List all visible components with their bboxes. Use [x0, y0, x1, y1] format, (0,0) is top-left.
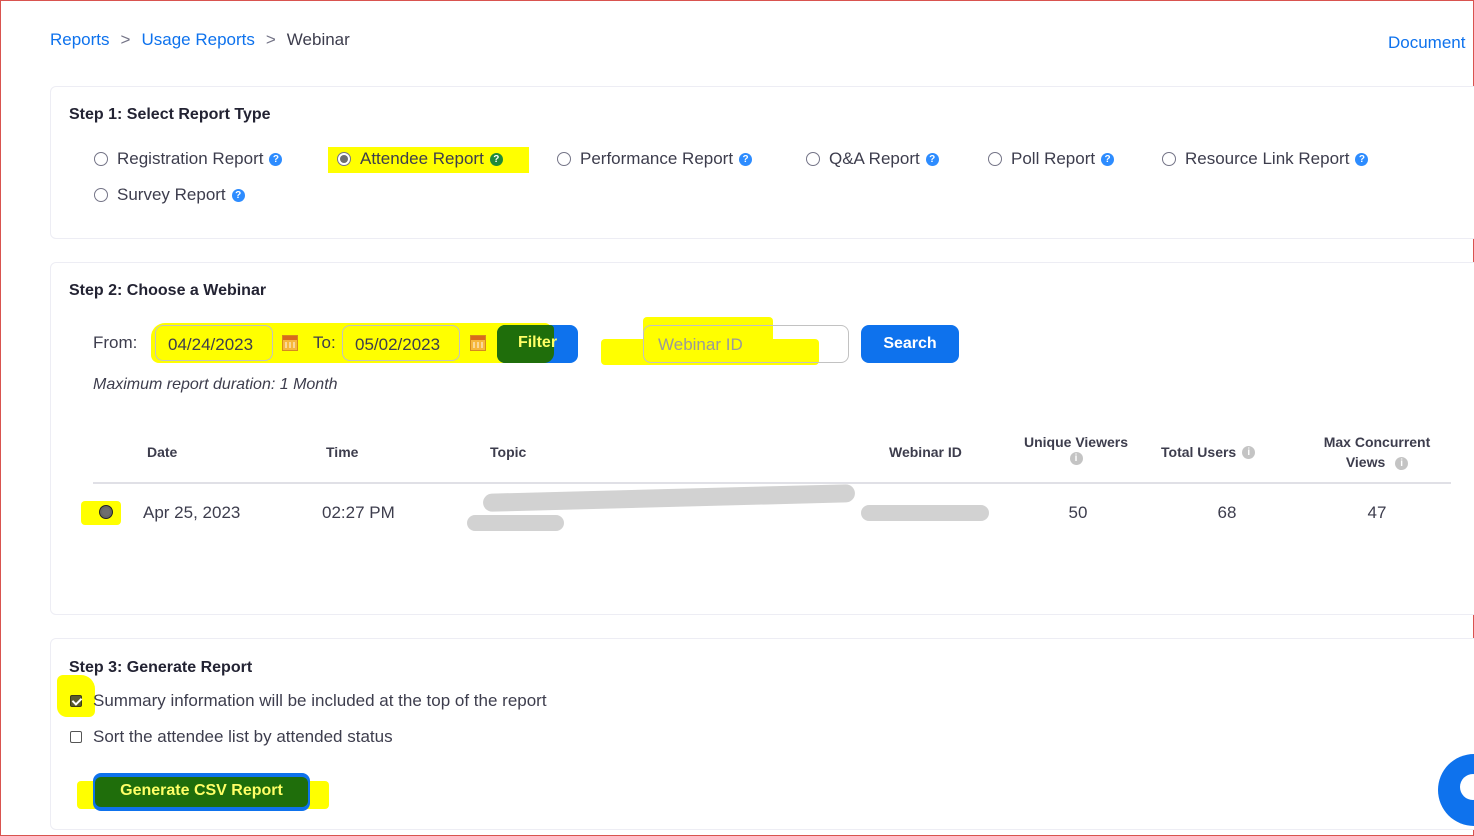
info-circle-icon[interactable]: i: [1242, 445, 1256, 459]
radio-label: Poll Report: [1011, 149, 1096, 168]
radio-button[interactable]: [988, 152, 1002, 166]
documentation-link[interactable]: Document: [1388, 33, 1465, 53]
radio-button[interactable]: [1162, 152, 1176, 166]
radio-button[interactable]: [94, 152, 108, 166]
radio-button-selected[interactable]: [337, 152, 351, 166]
redacted-topic: [482, 484, 856, 512]
radio-label: Resource Link Report: [1185, 149, 1350, 168]
breadcrumb-usage-reports-link[interactable]: Usage Reports: [141, 30, 254, 49]
column-header-unique-viewers: Unique Viewers i: [1011, 432, 1141, 465]
to-date-input[interactable]: 05/02/2023: [342, 325, 460, 361]
column-header-webinar-id: Webinar ID: [889, 444, 962, 460]
radio-label: Attendee Report: [360, 149, 484, 168]
max-duration-note: Maximum report duration: 1 Month: [93, 376, 338, 393]
row-unique-viewers: 50: [1068, 503, 1088, 522]
summary-info-checkbox[interactable]: [70, 695, 82, 707]
question-circle-icon[interactable]: ?: [231, 188, 245, 202]
radio-performance-report[interactable]: Performance Report ?: [557, 149, 753, 169]
step3-title: Step 3: Generate Report: [69, 659, 253, 676]
radio-label: Survey Report: [117, 185, 226, 204]
radio-label: Registration Report: [117, 149, 264, 168]
search-button[interactable]: Search: [861, 325, 959, 363]
redacted-webinar-id: [861, 505, 989, 521]
radio-button[interactable]: [94, 188, 108, 202]
row-max-concurrent-views: 47: [1367, 503, 1387, 522]
filter-label: Filter: [517, 334, 558, 351]
webinar-id-input[interactable]: Webinar ID: [643, 325, 849, 363]
breadcrumb: Reports > Usage Reports > Webinar: [50, 30, 350, 50]
question-circle-icon[interactable]: ?: [1101, 152, 1115, 166]
to-label: To:: [313, 333, 336, 352]
question-circle-icon[interactable]: ?: [1355, 152, 1369, 166]
radio-label: Q&A Report: [829, 149, 920, 168]
breadcrumb-reports-link[interactable]: Reports: [50, 30, 110, 49]
row-time: 02:27 PM: [322, 503, 395, 522]
calendar-icon[interactable]: [282, 335, 298, 351]
header-label: Unique Viewers: [1023, 434, 1128, 450]
sort-attended-checkbox[interactable]: [70, 731, 82, 743]
table-header-divider: [93, 482, 1451, 484]
breadcrumb-separator: >: [265, 30, 276, 49]
radio-button[interactable]: [806, 152, 820, 166]
header-label: Max Concurrent Views: [1323, 434, 1431, 470]
step1-panel: Step 1: Select Report Type Registration …: [50, 86, 1474, 239]
column-header-time: Time: [326, 444, 359, 460]
redacted-topic: [467, 515, 564, 531]
question-circle-icon[interactable]: ?: [489, 152, 503, 166]
column-header-topic: Topic: [490, 444, 527, 460]
table-row[interactable]: Apr 25, 2023 02:27 PM 50 68 47: [81, 484, 1451, 543]
info-circle-icon[interactable]: i: [1395, 456, 1409, 470]
question-circle-icon[interactable]: ?: [739, 152, 753, 166]
row-select-radio[interactable]: [99, 505, 113, 519]
from-label: From:: [93, 333, 138, 352]
column-header-max-concurrent-views: Max Concurrent Views i: [1311, 432, 1443, 472]
column-header-date: Date: [147, 444, 178, 460]
question-circle-icon[interactable]: ?: [925, 152, 939, 166]
row-total-users: 68: [1217, 503, 1237, 522]
radio-resource-link-report[interactable]: Resource Link Report ?: [1162, 149, 1369, 169]
generate-csv-report-label: Generate CSV Report: [120, 782, 283, 799]
radio-survey-report[interactable]: Survey Report ?: [94, 185, 245, 205]
sort-attended-label: Sort the attendee list by attended statu…: [93, 727, 393, 746]
step3-panel: Step 3: Generate Report Summary informat…: [50, 638, 1474, 830]
step2-panel: Step 2: Choose a Webinar From: 04/24/202…: [50, 262, 1474, 615]
radio-registration-report[interactable]: Registration Report ?: [94, 149, 283, 169]
radio-label: Performance Report: [580, 149, 734, 168]
breadcrumb-separator: >: [120, 30, 131, 49]
summary-info-label: Summary information will be included at …: [93, 691, 547, 710]
row-date: Apr 25, 2023: [143, 503, 241, 522]
from-date-input[interactable]: 04/24/2023: [155, 325, 273, 361]
radio-poll-report[interactable]: Poll Report ?: [988, 149, 1115, 169]
generate-csv-report-button[interactable]: Generate CSV Report: [93, 773, 310, 811]
breadcrumb-current: Webinar: [286, 30, 350, 49]
step1-title: Step 1: Select Report Type: [69, 106, 271, 123]
radio-button[interactable]: [557, 152, 571, 166]
step2-title: Step 2: Choose a Webinar: [69, 282, 267, 299]
column-header-total-users: Total Users i: [1161, 442, 1256, 462]
radio-attendee-report[interactable]: Attendee Report ?: [337, 149, 503, 169]
radio-qa-report[interactable]: Q&A Report ?: [806, 149, 939, 169]
calendar-icon[interactable]: [470, 335, 486, 351]
question-circle-icon[interactable]: ?: [269, 152, 283, 166]
info-circle-icon[interactable]: i: [1069, 452, 1083, 465]
filter-button[interactable]: Filter: [497, 325, 578, 363]
header-label: Total Users: [1161, 444, 1237, 460]
